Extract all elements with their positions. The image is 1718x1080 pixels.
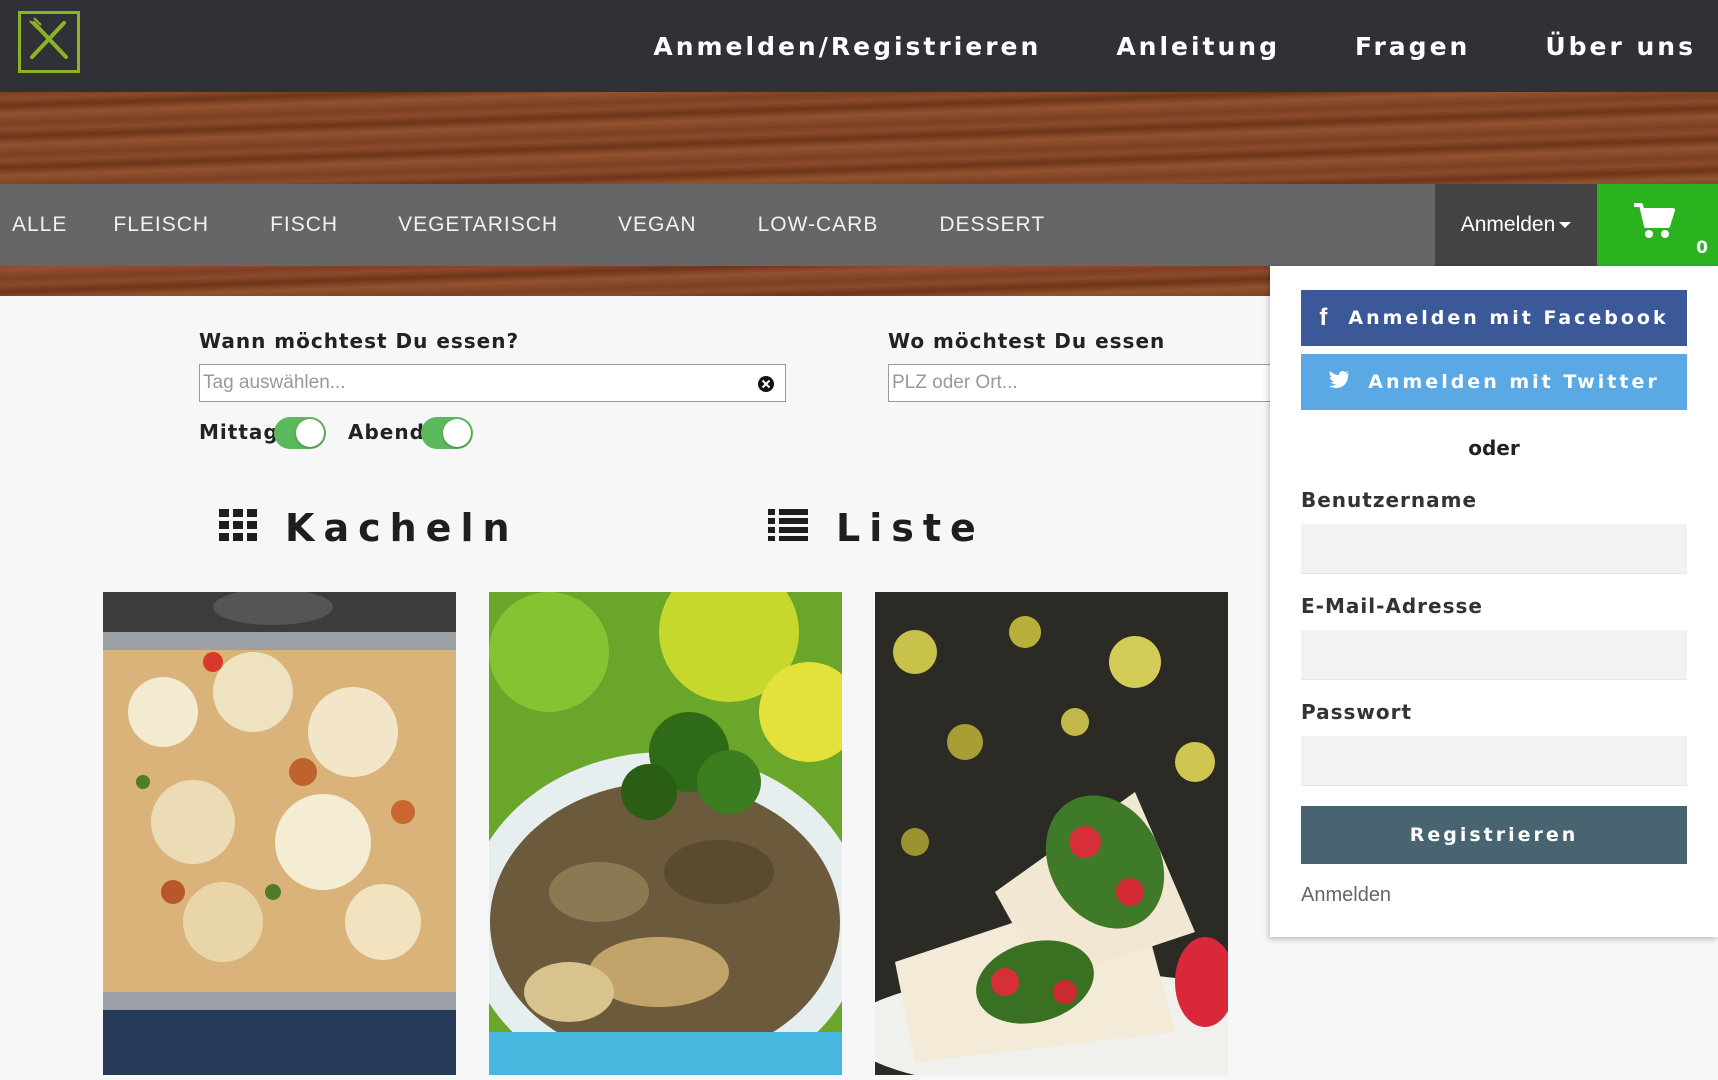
twitter-login-button[interactable]: Anmelden mit Twitter — [1301, 354, 1687, 410]
category-meat[interactable]: FLEISCH — [113, 213, 209, 237]
facebook-icon: f — [1319, 304, 1331, 331]
abend-toggle[interactable] — [421, 417, 473, 449]
date-input[interactable]: Tag auswählen... — [199, 364, 786, 402]
username-label: Benutzername — [1301, 488, 1478, 512]
category-list: ALLE FLEISCH FISCH VEGETARISCH VEGAN LOW… — [0, 184, 1045, 266]
category-bar: ALLE FLEISCH FISCH VEGETARISCH VEGAN LOW… — [0, 184, 1718, 266]
wrap-image — [875, 592, 1228, 1075]
email-label: E-Mail-Adresse — [1301, 594, 1483, 618]
cart-icon — [1633, 202, 1675, 244]
category-dessert[interactable]: DESSERT — [939, 213, 1045, 237]
cart-count: 0 — [1696, 238, 1708, 258]
username-input[interactable] — [1301, 524, 1687, 574]
when-label: Wann möchtest Du essen? — [199, 329, 520, 353]
caret-down-icon — [1559, 222, 1572, 228]
mittag-label: Mittag — [199, 420, 279, 444]
login-dropdown-toggle[interactable]: Anmelden — [1435, 184, 1597, 266]
list-icon — [768, 506, 808, 550]
password-label: Passwort — [1301, 700, 1413, 724]
twitter-login-label: Anmelden mit Twitter — [1368, 371, 1660, 393]
nav-questions[interactable]: Fragen — [1355, 32, 1470, 61]
casserole-image — [103, 592, 456, 1075]
location-input[interactable]: PLZ oder Ort... — [888, 364, 1270, 402]
location-placeholder: PLZ oder Ort... — [892, 372, 1018, 393]
tiles-view-label: Kacheln — [285, 506, 519, 550]
recipe-tile[interactable] — [489, 592, 842, 1075]
logo[interactable] — [18, 11, 80, 73]
abend-label: Abend — [348, 420, 425, 444]
grid-icon — [219, 506, 257, 550]
or-separator: oder — [1468, 436, 1520, 460]
login-link[interactable]: Anmelden — [1301, 884, 1391, 907]
date-placeholder: Tag auswählen... — [203, 372, 346, 393]
facebook-login-label: Anmelden mit Facebook — [1348, 307, 1669, 329]
twitter-icon — [1328, 370, 1350, 394]
login-dropdown-label: Anmelden — [1460, 213, 1556, 236]
nav-login-register[interactable]: Anmelden/Registrieren — [653, 32, 1041, 61]
toggle-knob — [443, 419, 471, 447]
login-dropdown: f Anmelden mit Facebook Anmelden mit Twi… — [1270, 266, 1718, 937]
cart-button[interactable]: 0 — [1597, 184, 1718, 266]
facebook-login-button[interactable]: f Anmelden mit Facebook — [1301, 290, 1687, 346]
category-vegetarian[interactable]: VEGETARISCH — [398, 213, 558, 237]
list-view-label: Liste — [836, 506, 985, 550]
where-label: Wo möchtest Du essen — [888, 329, 1166, 353]
tiles-view-button[interactable]: Kacheln — [219, 506, 519, 550]
recipe-tile[interactable] — [103, 592, 456, 1075]
mittag-toggle[interactable] — [274, 417, 326, 449]
password-input[interactable] — [1301, 736, 1687, 786]
fork-knife-icon — [24, 15, 74, 69]
list-view-button[interactable]: Liste — [768, 506, 985, 550]
pasta-image — [489, 592, 842, 1075]
top-navbar: Anmelden/Registrieren Anleitung Fragen Ü… — [0, 0, 1718, 92]
category-fish[interactable]: FISCH — [270, 213, 338, 237]
category-all[interactable]: ALLE — [12, 213, 67, 237]
top-nav: Anmelden/Registrieren Anleitung Fragen Ü… — [653, 0, 1718, 92]
category-vegan[interactable]: VEGAN — [618, 213, 697, 237]
clear-circle-icon[interactable] — [757, 375, 775, 399]
email-input[interactable] — [1301, 630, 1687, 680]
nav-guide[interactable]: Anleitung — [1116, 32, 1280, 61]
recipe-tile[interactable] — [875, 592, 1228, 1075]
register-button[interactable]: Registrieren — [1301, 806, 1687, 864]
nav-about[interactable]: Über uns — [1545, 32, 1696, 61]
category-low-carb[interactable]: LOW-CARB — [758, 213, 879, 237]
toggle-knob — [296, 419, 324, 447]
